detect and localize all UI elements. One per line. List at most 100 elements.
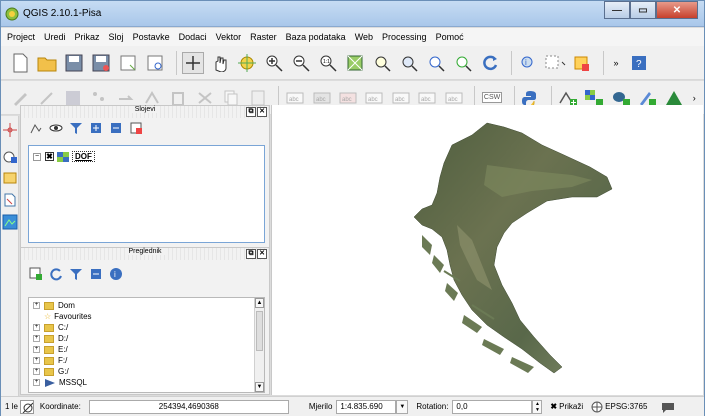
layer-visibility-checkbox[interactable]: ✖ bbox=[45, 152, 54, 161]
browser-refresh-icon[interactable] bbox=[49, 267, 63, 281]
menu-postavke[interactable]: Postavke bbox=[133, 32, 170, 42]
zoom-full-icon[interactable] bbox=[344, 52, 366, 74]
messages-icon[interactable] bbox=[661, 401, 675, 413]
close-button[interactable]: ✕ bbox=[656, 1, 698, 19]
zoom-native-icon[interactable]: 1:1 bbox=[317, 52, 339, 74]
scroll-down-icon[interactable]: ▼ bbox=[255, 382, 264, 392]
add-selected-layers-icon[interactable] bbox=[29, 267, 43, 281]
select-features-icon[interactable] bbox=[544, 52, 566, 74]
menu-web[interactable]: Web bbox=[355, 32, 373, 42]
window-title: QGIS 2.10.1-Pisa bbox=[23, 8, 102, 19]
menu-baza-podataka[interactable]: Baza podataka bbox=[286, 32, 346, 42]
pan-hand-icon[interactable] bbox=[209, 52, 231, 74]
manage-visibility-icon[interactable] bbox=[49, 121, 63, 135]
minimize-button[interactable]: — bbox=[604, 1, 630, 19]
scale-dropdown-icon[interactable]: ▼ bbox=[396, 399, 409, 414]
svg-text:abc: abc bbox=[342, 97, 352, 103]
crs-globe-icon[interactable] bbox=[591, 401, 603, 413]
main-toolbar: 1:1 i » ? bbox=[1, 46, 704, 80]
zoom-last-icon[interactable] bbox=[425, 52, 447, 74]
svg-text:abc: abc bbox=[289, 97, 299, 103]
croatia-orthophoto-map bbox=[413, 122, 613, 374]
new-shapefile-icon[interactable] bbox=[2, 192, 18, 208]
browser-collapse-icon[interactable] bbox=[89, 267, 103, 281]
menu-vektor[interactable]: Vektor bbox=[216, 32, 242, 42]
browser-filter-icon[interactable] bbox=[69, 267, 83, 281]
open-project-icon[interactable] bbox=[36, 52, 58, 74]
help-icon[interactable]: ? bbox=[628, 52, 650, 74]
identify-features-icon[interactable]: i bbox=[517, 52, 539, 74]
menu-uredi[interactable]: Uredi bbox=[44, 32, 66, 42]
render-checkbox[interactable]: ✖ bbox=[550, 402, 557, 411]
coordinate-field[interactable]: 254394,4690368 bbox=[88, 399, 289, 414]
title-bar: QGIS 2.10.1-Pisa — ▭ ✕ bbox=[1, 1, 704, 27]
zoom-out-icon[interactable] bbox=[290, 52, 312, 74]
browser-item-e[interactable]: + E:/ bbox=[33, 344, 68, 355]
rotation-spinner-icon[interactable]: ▲ ▼ bbox=[532, 399, 543, 414]
browser-item-f[interactable]: + F:/ bbox=[33, 355, 67, 366]
folder-icon bbox=[44, 323, 54, 332]
menu-sloj[interactable]: Sloj bbox=[109, 32, 124, 42]
browser-panel-title: Preglednik ⧉ ✕ bbox=[21, 248, 269, 260]
browser-item-d[interactable]: + D:/ bbox=[33, 333, 68, 344]
scroll-thumb[interactable] bbox=[256, 311, 263, 351]
menu-project[interactable]: Project bbox=[7, 32, 35, 42]
menu-raster[interactable]: Raster bbox=[250, 32, 277, 42]
pan-map-icon[interactable] bbox=[182, 51, 204, 74]
toolbar-chevron-icon[interactable]: » bbox=[609, 52, 623, 74]
layers-panel-title: Slojevi ⧉ ✕ bbox=[21, 106, 269, 118]
browser-scrollbar[interactable]: ▲ ▼ bbox=[254, 298, 264, 392]
add-wfs-layer-icon[interactable] bbox=[2, 170, 18, 186]
new-project-icon[interactable] bbox=[9, 52, 31, 74]
refresh-icon[interactable] bbox=[479, 52, 501, 74]
collapse-all-icon[interactable] bbox=[109, 121, 123, 135]
menu-pomoc[interactable]: Pomoć bbox=[436, 32, 464, 42]
folder-icon bbox=[44, 345, 54, 354]
scale-label: Mjerilo bbox=[308, 402, 333, 411]
browser-item-dom[interactable]: + Dom bbox=[33, 300, 75, 311]
expand-all-icon[interactable] bbox=[89, 121, 103, 135]
remove-layer-icon[interactable] bbox=[129, 121, 143, 135]
new-print-composer-icon[interactable] bbox=[117, 52, 139, 74]
zoom-to-selection-icon[interactable] bbox=[371, 52, 393, 74]
filter-legend-icon[interactable] bbox=[69, 121, 83, 135]
star-icon: ☆ bbox=[44, 312, 52, 321]
add-delimited-text-icon[interactable] bbox=[2, 122, 18, 138]
float-browser-icon[interactable]: ⧉ bbox=[246, 249, 256, 259]
pan-to-selection-icon[interactable] bbox=[236, 52, 258, 74]
zoom-to-layer-icon[interactable] bbox=[398, 52, 420, 74]
layer-name[interactable]: DOF bbox=[72, 151, 95, 162]
add-wcs-layer-icon[interactable] bbox=[2, 214, 18, 230]
browser-item-c[interactable]: + C:/ bbox=[33, 322, 68, 333]
browser-item-favourites[interactable]: ☆ Favourites bbox=[44, 311, 92, 322]
toggle-extents-icon[interactable] bbox=[19, 399, 34, 414]
save-project-icon[interactable] bbox=[63, 52, 85, 74]
svg-text:i: i bbox=[525, 58, 527, 67]
scale-field[interactable]: 1:4.835.690 bbox=[336, 399, 397, 414]
layer-item-dof[interactable]: − ✖ DOF bbox=[33, 151, 95, 162]
close-browser-icon[interactable]: ✕ bbox=[257, 249, 267, 259]
add-oracle-layer-icon[interactable] bbox=[2, 148, 18, 164]
rotation-field[interactable]: 0,0 bbox=[452, 399, 533, 414]
save-as-icon[interactable] bbox=[90, 52, 112, 74]
collapse-toggle-icon[interactable]: − bbox=[33, 152, 41, 161]
browser-tree: + Dom ☆ Favourites + C:/ + D:/ + E:/ + F:/ + G:… bbox=[28, 297, 265, 393]
float-panel-icon[interactable]: ⧉ bbox=[246, 107, 256, 117]
menu-dodaci[interactable]: Dodaci bbox=[179, 32, 207, 42]
crs-label[interactable]: EPSG:3765 bbox=[605, 402, 647, 411]
zoom-next-icon[interactable] bbox=[452, 52, 474, 74]
scroll-up-icon[interactable]: ▲ bbox=[255, 298, 264, 308]
browser-properties-icon[interactable]: i bbox=[109, 267, 123, 281]
menu-prikaz[interactable]: Prikaz bbox=[75, 32, 100, 42]
browser-toolbar: i bbox=[21, 260, 269, 288]
zoom-in-icon[interactable] bbox=[263, 52, 285, 74]
deselect-icon[interactable] bbox=[571, 52, 593, 74]
composer-manager-icon[interactable] bbox=[144, 52, 166, 74]
menu-processing[interactable]: Processing bbox=[382, 32, 427, 42]
map-canvas[interactable] bbox=[271, 105, 703, 395]
browser-item-g[interactable]: + G:/ bbox=[33, 366, 69, 377]
open-layer-styling-icon[interactable] bbox=[29, 121, 43, 135]
maximize-button[interactable]: ▭ bbox=[630, 1, 656, 19]
close-panel-icon[interactable]: ✕ bbox=[257, 107, 267, 117]
browser-item-mssql[interactable]: + MSSQL bbox=[33, 377, 87, 388]
